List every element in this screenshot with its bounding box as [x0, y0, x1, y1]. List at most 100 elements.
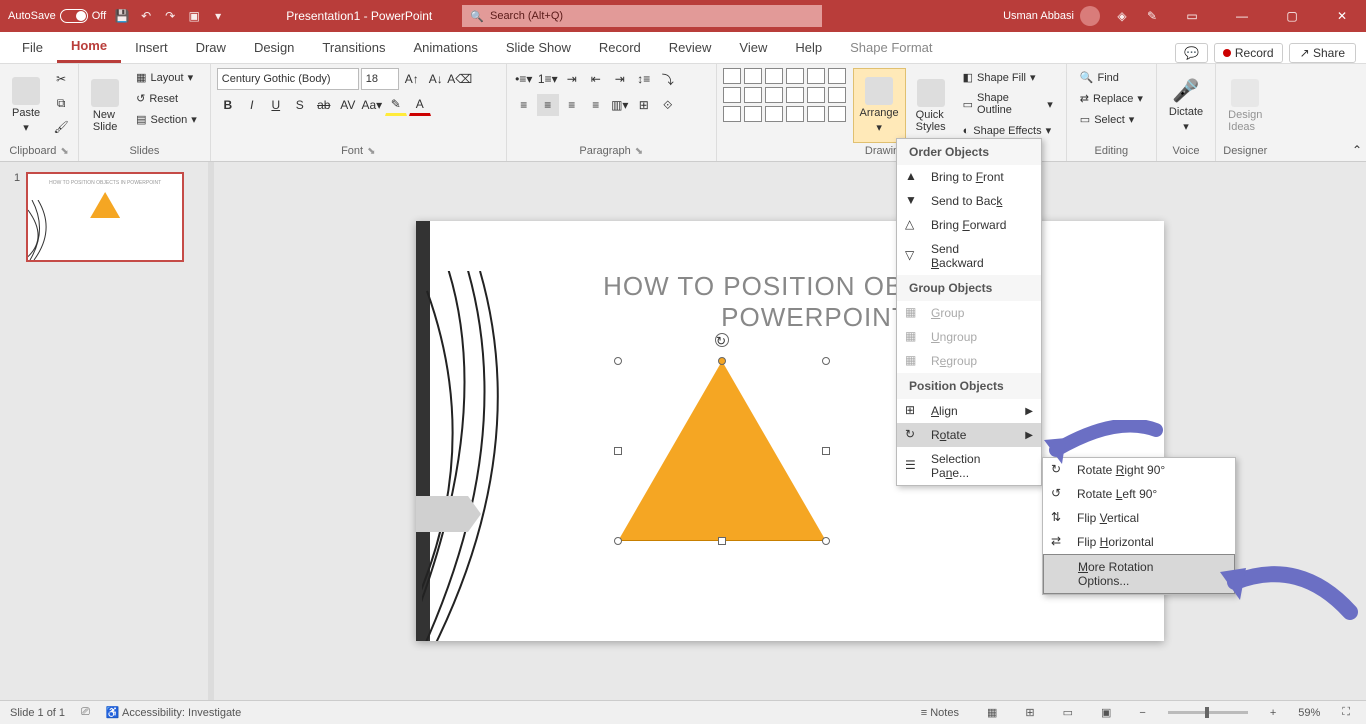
shape-arrow-icon[interactable] — [765, 68, 783, 84]
fit-to-window-icon[interactable]: ⛶ — [1336, 706, 1356, 719]
layout-button[interactable]: ▦ Layout ▾ — [129, 68, 204, 87]
zoom-out-icon[interactable]: − — [1133, 707, 1151, 719]
shape-pentagon-icon[interactable] — [807, 87, 825, 103]
shape-rounded-icon[interactable] — [828, 68, 846, 84]
shape-rtriangle-icon[interactable] — [744, 87, 762, 103]
find-button[interactable]: 🔍 Find — [1073, 68, 1150, 87]
view-sorter-icon[interactable]: ⊞ — [1019, 706, 1040, 719]
tab-record[interactable]: Record — [585, 31, 655, 63]
selected-triangle-shape[interactable]: ↻ — [618, 361, 826, 541]
maximize-icon[interactable]: ▢ — [1274, 0, 1310, 32]
tab-slideshow[interactable]: Slide Show — [492, 31, 585, 63]
shape-rarrow-icon[interactable] — [765, 87, 783, 103]
shape-textbox-icon[interactable] — [723, 68, 741, 84]
arrange-button[interactable]: Arrange▾ — [853, 68, 906, 143]
tab-design[interactable]: Design — [240, 31, 308, 63]
align-left-icon[interactable]: ≡ — [513, 94, 535, 116]
shape-oval-icon[interactable] — [807, 68, 825, 84]
select-button[interactable]: ▭ Select ▾ — [1073, 110, 1150, 129]
change-case-icon[interactable]: Aa▾ — [361, 94, 383, 116]
user-account[interactable]: Usman Abbasi — [1003, 6, 1100, 26]
replace-button[interactable]: ⇄ Replace ▾ — [1073, 89, 1150, 108]
strike-button[interactable]: ab — [313, 94, 335, 116]
zoom-level[interactable]: 59% — [1298, 707, 1320, 719]
tab-review[interactable]: Review — [655, 31, 726, 63]
save-icon[interactable]: 💾 — [114, 8, 130, 24]
comments-button[interactable]: 💬 — [1175, 43, 1208, 63]
shape-line-icon[interactable] — [744, 68, 762, 84]
resize-handle-sw[interactable] — [614, 537, 622, 545]
font-name-input[interactable]: Century Gothic (Body) — [217, 68, 359, 90]
redo-icon[interactable]: ↷ — [162, 8, 178, 24]
shape-triangle-icon[interactable] — [723, 87, 741, 103]
shape-curve-icon[interactable] — [744, 106, 762, 122]
numbering-icon[interactable]: 1≡▾ — [537, 68, 559, 90]
dialog-launcher-icon[interactable]: ⬊ — [635, 146, 643, 157]
increase-indent-icon[interactable]: ⇥ — [609, 68, 631, 90]
align-text-icon[interactable]: ⊞ — [633, 94, 655, 116]
diamond-icon[interactable]: ◈ — [1114, 8, 1130, 24]
zoom-slider-thumb[interactable] — [1205, 707, 1209, 718]
align-right-icon[interactable]: ≡ — [561, 94, 583, 116]
search-input[interactable]: 🔍 Search (Alt+Q) — [462, 5, 822, 27]
shape-darrow-icon[interactable] — [786, 87, 804, 103]
menu-send-to-back[interactable]: ▼Send to Back — [897, 189, 1041, 213]
minimize-icon[interactable]: — — [1224, 0, 1260, 32]
resize-handle-e[interactable] — [822, 447, 830, 455]
line-spacing-icon[interactable]: ↕≡ — [633, 68, 655, 90]
align-center-icon[interactable]: ≡ — [537, 94, 559, 116]
view-normal-icon[interactable]: ▦ — [981, 706, 1003, 719]
shape-star-icon[interactable] — [807, 106, 825, 122]
menu-flip-horizontal[interactable]: ⇄Flip Horizontal — [1043, 530, 1235, 554]
pentagon-shape[interactable] — [416, 496, 481, 532]
status-slide-info[interactable]: Slide 1 of 1 — [10, 707, 65, 719]
shape-rect-icon[interactable] — [786, 68, 804, 84]
text-direction-icon[interactable]: ⤵ — [657, 68, 679, 90]
menu-rotate[interactable]: ↻Rotate▶ — [897, 423, 1041, 447]
tab-shape-format[interactable]: Shape Format — [836, 31, 946, 63]
copy-icon[interactable]: ⧉ — [50, 92, 72, 114]
columns-icon[interactable]: ▥▾ — [609, 94, 631, 116]
shape-outline-button[interactable]: ▭ Shape Outline ▾ — [956, 89, 1060, 119]
resize-handle-nw[interactable] — [614, 357, 622, 365]
dictate-button[interactable]: 🎤Dictate▾ — [1163, 68, 1209, 143]
design-ideas-button[interactable]: Design Ideas — [1222, 68, 1268, 143]
shape-fill-button[interactable]: ◧ Shape Fill ▾ — [956, 68, 1060, 87]
resize-handle-s[interactable] — [718, 537, 726, 545]
character-spacing-icon[interactable]: AV — [337, 94, 359, 116]
share-button[interactable]: ↗ Share — [1289, 43, 1356, 63]
menu-send-backward[interactable]: ▽Send Backward — [897, 237, 1041, 275]
resize-handle-w[interactable] — [614, 447, 622, 455]
tab-animations[interactable]: Animations — [400, 31, 492, 63]
tab-transitions[interactable]: Transitions — [308, 31, 399, 63]
status-accessibility[interactable]: ♿ Accessibility: Investigate — [106, 706, 241, 719]
menu-bring-to-front[interactable]: ▲Bring to Front — [897, 165, 1041, 189]
resize-handle-ne[interactable] — [822, 357, 830, 365]
dialog-launcher-icon[interactable]: ⬊ — [367, 146, 375, 157]
section-button[interactable]: ▤ Section ▾ — [129, 110, 204, 129]
record-button[interactable]: Record — [1214, 43, 1283, 63]
slide-thumbnail-1[interactable]: HOW TO POSITION OBJECTS IN POWERPOINT — [26, 172, 184, 262]
pen-icon[interactable]: ✎ — [1144, 8, 1160, 24]
slideshow-start-icon[interactable]: ▣ — [186, 8, 202, 24]
menu-rotate-left[interactable]: ↺Rotate Left 90° — [1043, 482, 1235, 506]
paste-button[interactable]: Paste▾ — [6, 68, 46, 143]
rotation-handle[interactable]: ↻ — [715, 333, 729, 347]
shape-callout-icon[interactable] — [828, 106, 846, 122]
undo-icon[interactable]: ↶ — [138, 8, 154, 24]
dialog-launcher-icon[interactable]: ⬊ — [60, 146, 68, 157]
highlight-icon[interactable]: ✎ — [385, 94, 407, 116]
autosave-toggle[interactable]: AutoSave Off — [8, 9, 106, 23]
status-language-icon[interactable]: ⎚ — [81, 706, 90, 719]
underline-button[interactable]: U — [265, 94, 287, 116]
menu-align[interactable]: ⊞Align▶ — [897, 399, 1041, 423]
tab-home[interactable]: Home — [57, 31, 121, 63]
bold-button[interactable]: B — [217, 94, 239, 116]
menu-bring-forward[interactable]: △Bring Forward — [897, 213, 1041, 237]
collapse-ribbon-icon[interactable]: ⌃ — [1352, 143, 1362, 157]
slide-canvas-area[interactable]: HOW TO POSITION OBJECTS IN POWERPOINT ↻ — [214, 162, 1366, 700]
cut-icon[interactable]: ✂ — [50, 68, 72, 90]
zoom-slider[interactable] — [1168, 711, 1248, 714]
ribbon-display-icon[interactable]: ▭ — [1174, 0, 1210, 32]
decrease-font-icon[interactable]: A↓ — [425, 68, 447, 90]
